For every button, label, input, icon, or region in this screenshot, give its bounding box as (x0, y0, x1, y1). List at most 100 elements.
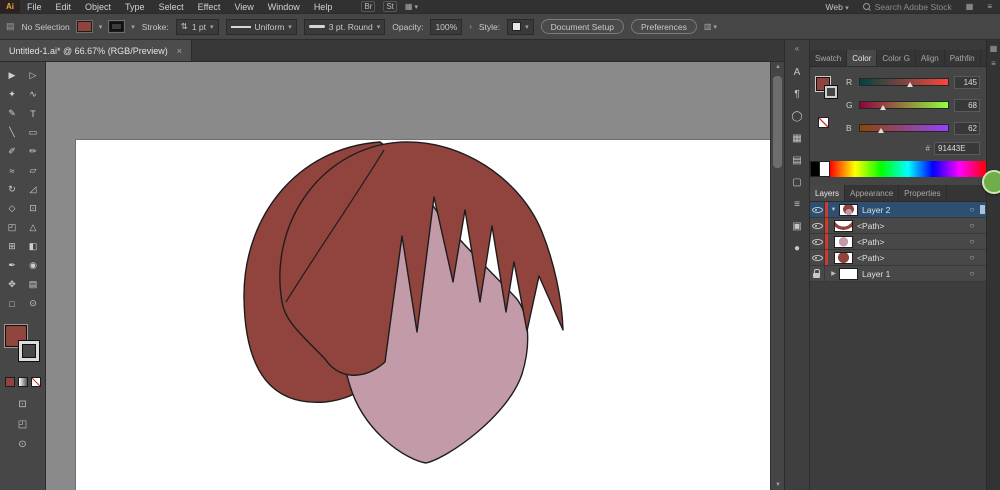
zoom-tool[interactable]: ⊙ (23, 294, 44, 313)
tab-layers[interactable]: Layers (810, 185, 846, 201)
shape-builder-tool[interactable]: ◰ (2, 218, 23, 237)
green-notification-badge[interactable] (982, 170, 1000, 194)
path-name[interactable]: <Path> (857, 221, 965, 231)
gradient-tool[interactable]: ◧ (23, 237, 44, 256)
path-thumbnail[interactable] (834, 235, 853, 248)
tab-color-guide[interactable]: Color G (877, 50, 916, 66)
align-options-icon[interactable]: ▥ ▾ (704, 22, 717, 31)
draw-behind-icon[interactable]: ◰ (18, 419, 27, 430)
shaper-tool[interactable]: ≈ (2, 161, 23, 180)
stroke-panel-icon[interactable]: ◯ (785, 105, 809, 127)
chevron-down-icon[interactable]: ▾ (99, 23, 103, 31)
preferences-button[interactable]: Preferences (630, 19, 697, 34)
lasso-tool[interactable]: ∿ (23, 85, 44, 104)
pen-tool[interactable]: ✎ (2, 104, 23, 123)
variable-width-profile-dropdown[interactable]: Uniform ▾ (225, 18, 297, 35)
path-thumbnail[interactable] (834, 219, 853, 232)
document-tab[interactable]: Untitled-1.ai* @ 66.67% (RGB/Preview) × (0, 40, 192, 61)
visibility-toggle[interactable] (810, 250, 825, 265)
document-setup-button[interactable]: Document Setup (540, 19, 624, 34)
chevron-down-icon[interactable]: ▾ (288, 23, 292, 31)
artboards-panel-icon[interactable]: ▢ (785, 171, 809, 193)
canvas[interactable] (46, 62, 770, 490)
stock-button[interactable]: St (383, 1, 397, 12)
selection-column[interactable] (979, 202, 986, 217)
line-segment-tool[interactable]: ╲ (2, 123, 23, 142)
transform-panel-icon[interactable]: ▤ (785, 149, 809, 171)
layer-name[interactable]: Layer 2 (862, 205, 965, 215)
tab-align[interactable]: Align (916, 50, 945, 66)
appearance-panel-icon[interactable]: ≡ (785, 193, 809, 215)
artboard-tool[interactable]: □ (2, 294, 23, 313)
blue-slider[interactable] (859, 124, 949, 133)
green-value-field[interactable]: 68 (954, 98, 980, 112)
artwork-svg[interactable] (76, 140, 770, 490)
chevron-down-icon[interactable]: ▾ (131, 23, 135, 31)
lock-toggle[interactable] (810, 266, 825, 281)
selection-column[interactable] (979, 218, 986, 233)
chevron-down-icon[interactable]: ▾ (210, 23, 214, 31)
color-mode-button[interactable] (4, 377, 15, 387)
free-transform-tool[interactable]: ⊡ (23, 199, 44, 218)
arrange-documents-icon[interactable]: ▦ ▾ (405, 2, 418, 11)
scroll-up-icon[interactable]: ▲ (771, 64, 785, 70)
rotate-tool[interactable]: ↻ (2, 180, 23, 199)
stroke-proxy-swatch[interactable] (17, 340, 40, 362)
layer-row-path1[interactable]: <Path> ○ (810, 218, 986, 234)
character-panel-icon[interactable]: A (785, 61, 809, 83)
tab-properties[interactable]: Properties (899, 185, 947, 201)
width-tool[interactable]: ◇ (2, 199, 23, 218)
stroke-weight-stepper[interactable]: ⇅ 1 pt ▾ (175, 18, 219, 35)
red-slider[interactable] (859, 78, 949, 87)
brush-definition-dropdown[interactable]: 3 pt. Round ▾ (303, 18, 386, 35)
opacity-field[interactable]: 100% (430, 18, 463, 35)
libraries-panel-icon[interactable]: ● (785, 237, 809, 259)
menu-item-file[interactable]: File (20, 2, 49, 12)
stepper-icon[interactable]: ⇅ (181, 21, 188, 32)
tab-swatches[interactable]: Swatch (810, 50, 848, 66)
path-thumbnail[interactable] (834, 251, 853, 264)
workspace-switcher[interactable]: Web ▾ (826, 2, 849, 12)
visibility-toggle[interactable] (810, 218, 825, 233)
menu-item-view[interactable]: View (227, 2, 260, 12)
none-swatch[interactable] (818, 117, 829, 128)
selection-column[interactable] (979, 266, 986, 281)
direct-selection-tool[interactable]: ▷ (23, 66, 44, 85)
target-circle-icon[interactable]: ○ (965, 253, 979, 262)
red-value-field[interactable]: 145 (954, 75, 980, 89)
menu-item-window[interactable]: Window (261, 2, 307, 12)
tab-color[interactable]: Color (847, 50, 878, 66)
white-chip[interactable] (820, 161, 830, 177)
tab-pathfinder[interactable]: Pathfin (945, 50, 981, 66)
dock-grid-icon[interactable]: ▦ (990, 44, 998, 53)
black-chip[interactable] (810, 161, 820, 177)
pencil-tool[interactable]: ✏ (23, 142, 44, 161)
bridge-button[interactable]: Br (361, 1, 376, 12)
menu-item-edit[interactable]: Edit (49, 2, 79, 12)
list-view-icon[interactable]: ≡ (987, 2, 992, 11)
menu-item-effect[interactable]: Effect (191, 2, 228, 12)
chevron-right-icon[interactable]: › (469, 22, 472, 31)
layer-row-path3[interactable]: <Path> ○ (810, 250, 986, 266)
visibility-toggle[interactable] (810, 202, 825, 217)
selection-tool[interactable]: ▶ (2, 66, 23, 85)
layer-row-path2[interactable]: <Path> ○ (810, 234, 986, 250)
style-dropdown[interactable]: ▾ (507, 18, 534, 35)
stroke-proxy-swatch[interactable] (824, 85, 838, 99)
slider-thumb[interactable] (880, 105, 887, 110)
layer-row-layer2[interactable]: ▼ Layer 2 ○ (810, 202, 986, 218)
symbol-sprayer-tool[interactable]: ✥ (2, 275, 23, 294)
column-graph-tool[interactable]: ▤ (23, 275, 44, 294)
perspective-grid-tool[interactable]: △ (23, 218, 44, 237)
artboard[interactable] (76, 140, 770, 490)
path-name[interactable]: <Path> (857, 237, 965, 247)
eraser-tool[interactable]: ▱ (23, 161, 44, 180)
chevron-down-icon[interactable]: ▾ (525, 23, 529, 31)
app-logo-icon[interactable]: Ai (0, 0, 20, 13)
target-circle-icon[interactable]: ○ (965, 221, 979, 230)
magic-wand-tool[interactable]: ✦ (2, 85, 23, 104)
mesh-tool[interactable]: ⊞ (2, 237, 23, 256)
visibility-toggle[interactable] (810, 234, 825, 249)
target-circle-icon[interactable]: ○ (965, 269, 979, 278)
expand-collapse-icon[interactable]: ▼ (828, 207, 839, 213)
